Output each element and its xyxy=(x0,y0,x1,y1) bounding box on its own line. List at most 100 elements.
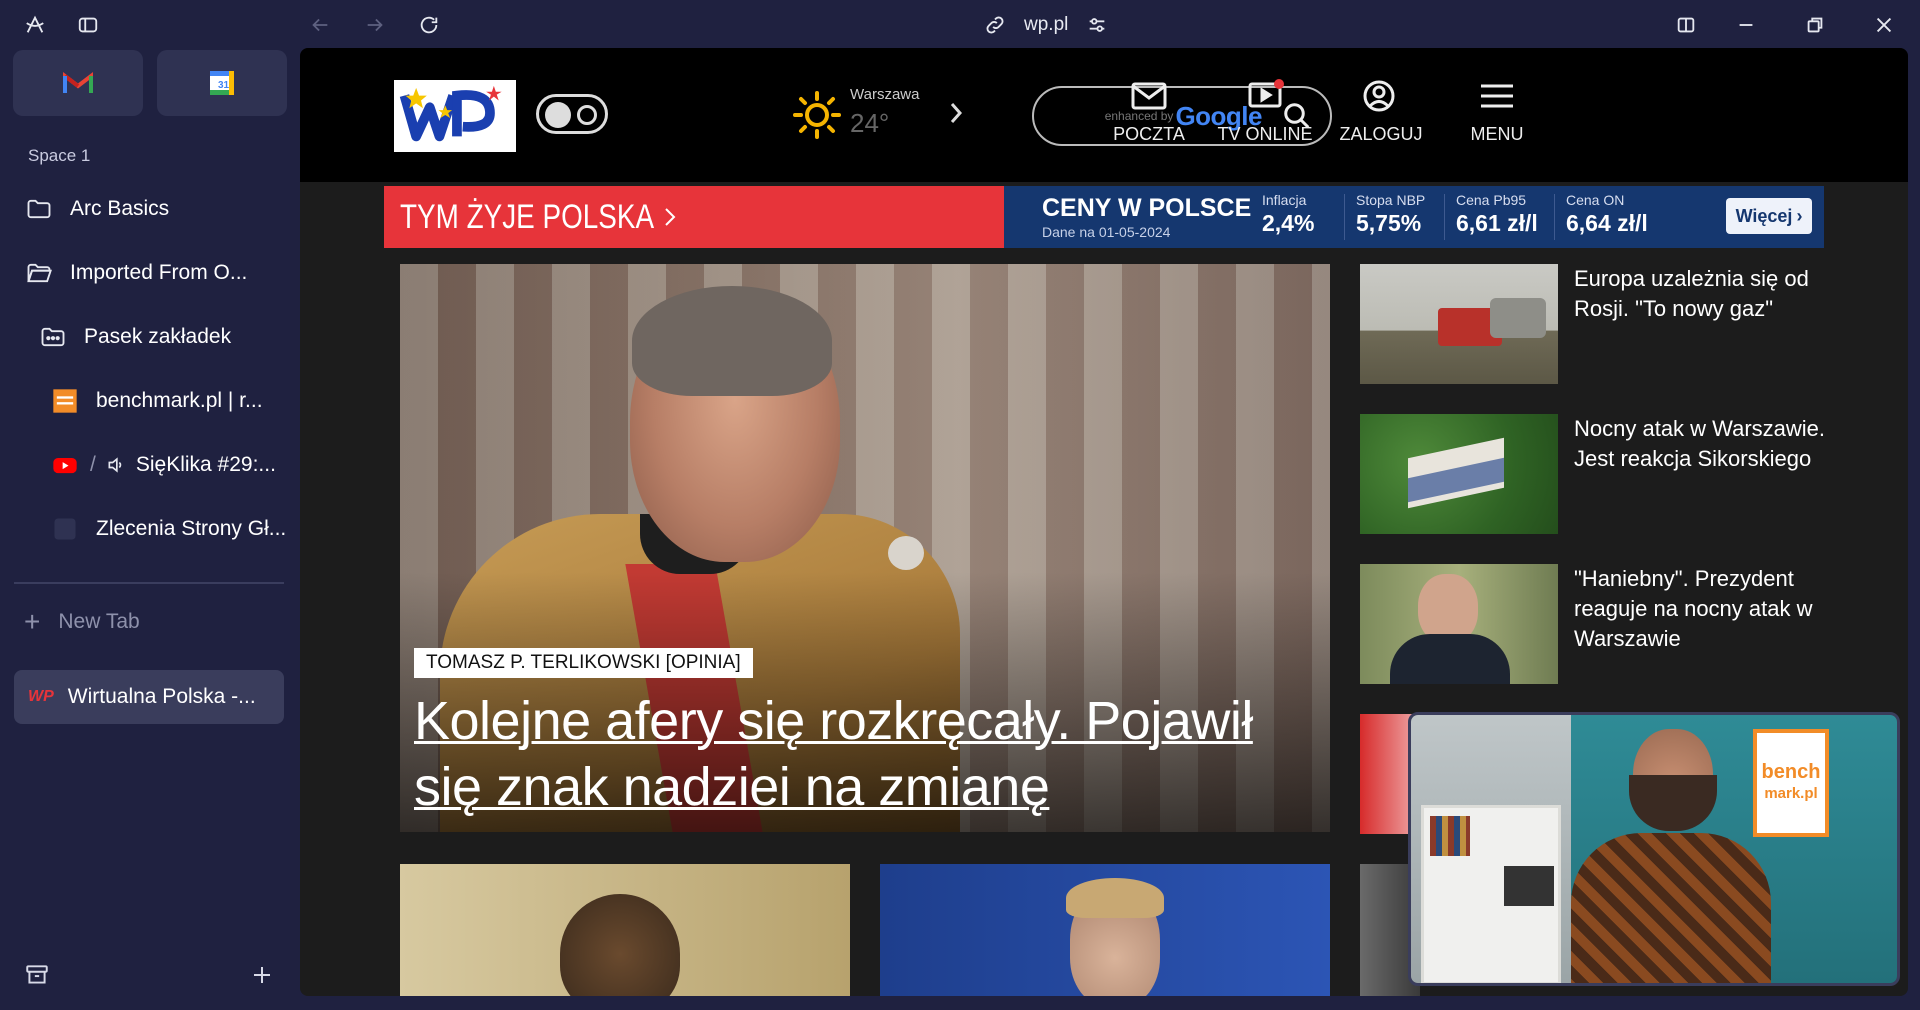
pip-books xyxy=(1430,816,1470,856)
sidebar-item-label: benchmark.pl | r... xyxy=(96,389,263,412)
tv-play-icon xyxy=(1248,79,1284,108)
news-title[interactable]: "Haniebny". Prezydent reaguje na nocny a… xyxy=(1574,564,1830,654)
pip-logo-text: bench xyxy=(1761,761,1821,783)
wp-favicon-icon: WP xyxy=(28,688,54,705)
close-icon[interactable] xyxy=(1871,12,1897,38)
sidebar-tab-wirtualna-polska[interactable]: WP Wirtualna Polska -... xyxy=(14,670,284,724)
sidebar-item-label: Wirtualna Polska -... xyxy=(67,685,256,708)
toggle-knob xyxy=(545,102,571,128)
stat-cena-pb95: Cena Pb95 6,61 zł/l xyxy=(1456,192,1538,237)
sidebar-item-label: Arc Basics xyxy=(70,197,170,220)
stat-value: 6,61 zł/l xyxy=(1456,210,1538,236)
reload-icon[interactable] xyxy=(416,12,442,38)
svg-text:31: 31 xyxy=(218,80,230,91)
wiecej-label: Więcej xyxy=(1735,205,1793,226)
wp-logo[interactable] xyxy=(394,80,516,152)
hero-image-hair xyxy=(632,286,832,396)
picture-in-picture-video[interactable]: bench mark.pl xyxy=(1408,712,1900,986)
address-bar[interactable]: wp.pl xyxy=(984,10,1108,40)
minimize-icon[interactable] xyxy=(1733,12,1759,38)
bottom-card-head xyxy=(560,894,680,996)
stat-value: 6,64 zł/l xyxy=(1566,210,1648,236)
sidebar-divider xyxy=(14,582,284,584)
sidebar-folder-arc-basics[interactable]: Arc Basics xyxy=(14,182,286,236)
sidebar-toggle-icon[interactable] xyxy=(75,12,101,38)
pip-logo-text: mark.pl xyxy=(1764,785,1818,802)
sidebar-folder-pasek[interactable]: Pasek zakładek xyxy=(28,310,286,364)
stat-label: Stopa NBP xyxy=(1356,192,1426,208)
tym-zyje-polska-link[interactable]: TYM ŻYJE POLSKA xyxy=(384,186,1024,248)
suit-shape xyxy=(1390,634,1510,684)
news-title[interactable]: Nocny atak w Warszawie. Jest reakcja Sik… xyxy=(1574,414,1830,474)
sidebar-item-label: Pasek zakładek xyxy=(84,325,232,348)
hamburger-menu-icon xyxy=(1481,84,1513,108)
sidebar-tab-sieklika[interactable]: / SięKlika #29:... xyxy=(40,438,286,492)
news-item[interactable]: "Haniebny". Prezydent reaguje na nocny a… xyxy=(1360,564,1830,686)
stat-stopa-nbp: Stopa NBP 5,75% xyxy=(1356,192,1425,237)
youtube-icon xyxy=(50,450,80,480)
hero-title[interactable]: Kolejne afery się rozkręcały. Pojawił si… xyxy=(414,688,1314,820)
gmail-icon xyxy=(63,71,93,93)
sidebar-item-label: SięKlika #29:... xyxy=(135,453,276,476)
theme-toggle[interactable] xyxy=(536,94,608,134)
sun-icon xyxy=(577,105,597,125)
calendar-icon: 31 xyxy=(210,71,234,95)
chevron-right-icon xyxy=(665,208,676,226)
user-icon xyxy=(1363,80,1395,112)
arc-logo-icon[interactable] xyxy=(22,12,48,38)
hero-author-tag[interactable]: TOMASZ P. TERLIKOWSKI [OPINIA] xyxy=(414,648,753,678)
news-item[interactable]: Nocny atak w Warszawie. Jest reakcja Sik… xyxy=(1360,414,1830,536)
news-thumbnail-president xyxy=(1360,564,1558,684)
stat-value: 5,75% xyxy=(1356,210,1422,236)
sidebar-tab-benchmark[interactable]: benchmark.pl | r... xyxy=(40,374,286,428)
ticker-headline: TYM ŻYJE POLSKA xyxy=(400,197,655,236)
weather-city: Warszawa xyxy=(850,86,920,103)
stat-cena-on: Cena ON 6,64 zł/l xyxy=(1566,192,1648,237)
site-settings-icon[interactable] xyxy=(1086,14,1108,36)
weather-widget[interactable]: Warszawa 24° xyxy=(792,84,972,148)
bookmarks-folder-icon xyxy=(38,322,68,352)
stat-label: Inflacja xyxy=(1262,192,1307,208)
chevron-right-icon[interactable] xyxy=(944,98,968,128)
new-tab-button[interactable]: + New Tab xyxy=(24,608,140,636)
pip-benchmark-logo: bench mark.pl xyxy=(1753,729,1829,837)
restore-icon[interactable] xyxy=(1802,12,1828,38)
hero-article[interactable]: TOMASZ P. TERLIKOWSKI [OPINIA] Kolejne a… xyxy=(400,264,1330,832)
link-icon xyxy=(986,16,1004,34)
stat-separator xyxy=(1444,194,1445,240)
back-arrow-icon[interactable] xyxy=(307,12,333,38)
stat-label: Cena ON xyxy=(1566,192,1625,208)
nav-menu[interactable]: MENU xyxy=(1442,78,1552,158)
news-title[interactable]: Europa uzależnia się od Rosji. "To nowy … xyxy=(1574,264,1830,324)
bottom-article-card[interactable] xyxy=(400,864,850,996)
nav-tv-online[interactable]: TV ONLINE xyxy=(1210,78,1320,158)
sidebar-item-label: Imported From O... xyxy=(70,261,248,284)
browser-toolbar: wp.pl xyxy=(0,0,1920,50)
stat-label: Cena Pb95 xyxy=(1456,192,1527,208)
folder-open-icon xyxy=(24,258,54,288)
news-item[interactable]: Europa uzależnia się od Rosji. "To nowy … xyxy=(1360,264,1830,386)
forward-arrow-icon[interactable] xyxy=(362,12,388,38)
url-text: wp.pl xyxy=(1024,14,1069,35)
archive-icon[interactable] xyxy=(22,960,52,990)
speaker-icon[interactable] xyxy=(106,450,126,480)
split-view-icon[interactable] xyxy=(1673,12,1699,38)
bottom-article-card[interactable] xyxy=(880,864,1330,996)
add-icon[interactable] xyxy=(247,960,277,990)
favorite-gmail[interactable] xyxy=(13,50,143,116)
news-thumbnail-tractor xyxy=(1360,264,1558,384)
nav-poczta[interactable]: POCZTA xyxy=(1094,78,1204,158)
sidebar-folder-imported[interactable]: Imported From O... xyxy=(14,246,286,300)
chevron-right-icon: › xyxy=(1796,205,1803,226)
hero-image-microphone xyxy=(888,536,924,570)
nav-zaloguj[interactable]: ZALOGUJ xyxy=(1326,78,1436,158)
sidebar-tab-zlecenia[interactable]: Zlecenia Strony Gł... xyxy=(40,502,286,556)
favorite-calendar[interactable]: 31 xyxy=(157,50,287,116)
ceny-title: CENY W POLSCE xyxy=(1042,194,1252,222)
new-tab-label: New Tab xyxy=(58,610,140,633)
nav-label: MENU xyxy=(1470,124,1524,144)
bottom-card-hair xyxy=(1066,878,1164,918)
ticker-bar: TYM ŻYJE POLSKA CENY W POLSCE Dane na 01… xyxy=(384,186,1824,248)
wiecej-button[interactable]: Więcej › xyxy=(1726,198,1812,234)
ceny-w-polsce-panel: CENY W POLSCE Dane na 01-05-2024 Inflacj… xyxy=(1004,186,1824,248)
